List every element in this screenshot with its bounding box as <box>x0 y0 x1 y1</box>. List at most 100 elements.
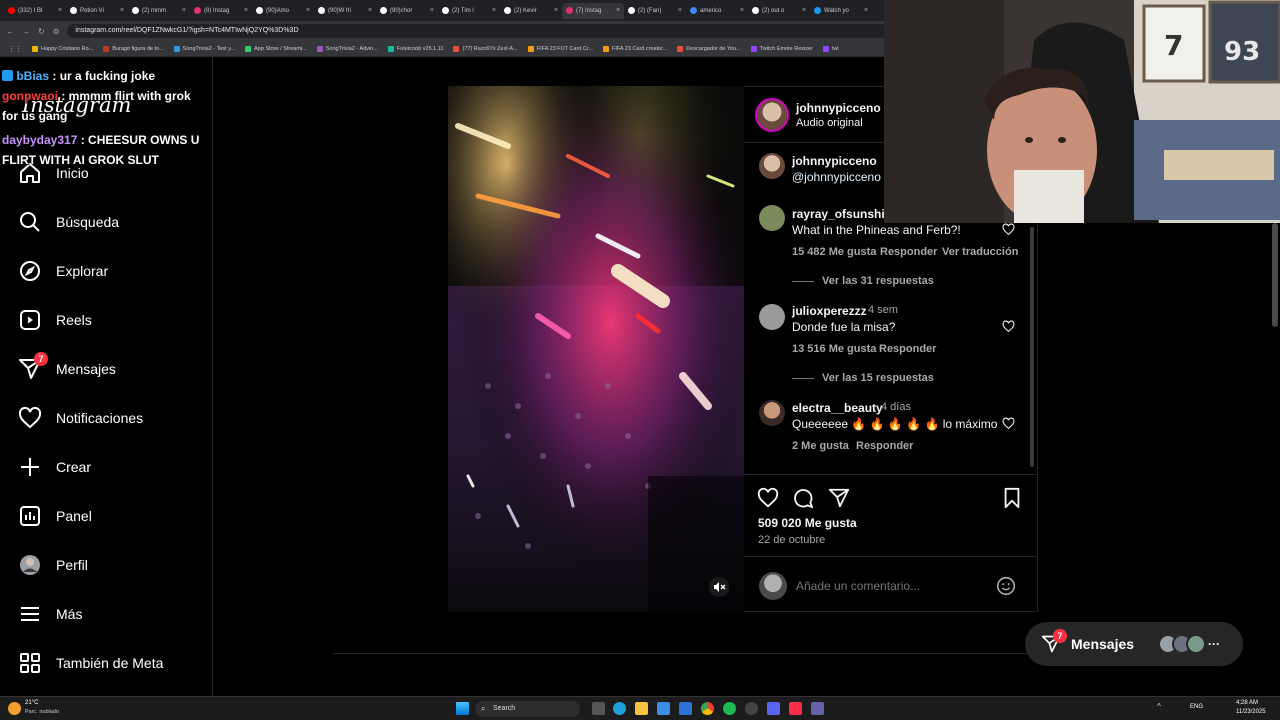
teams-icon[interactable] <box>811 702 824 715</box>
tab-close-icon[interactable]: × <box>864 7 868 14</box>
weather-desc[interactable]: Parc. nublado <box>25 709 59 715</box>
photos-icon[interactable] <box>657 702 670 715</box>
sidebar-item-menu[interactable]: Más <box>18 597 203 631</box>
forward-icon[interactable]: → <box>22 27 30 36</box>
browser-tab[interactable]: (8) Instag × <box>190 3 252 19</box>
sidebar-item-avatar[interactable]: Perfil <box>18 548 203 582</box>
like-comment-icon[interactable] <box>1002 417 1015 430</box>
browser-tab[interactable]: americo × <box>686 3 748 19</box>
sidebar-item-plus[interactable]: Crear <box>18 450 203 484</box>
browser-tab[interactable]: (332) I Bl × <box>4 3 66 19</box>
comment-username[interactable]: electra__beauty <box>792 401 883 415</box>
bookmark-item[interactable]: FIFA 23 FUT Card Cr... <box>527 45 593 52</box>
caption-username[interactable]: johnnypicceno <box>792 154 877 168</box>
reply-button[interactable]: Responder <box>856 440 913 452</box>
share-icon[interactable] <box>828 487 850 509</box>
browser-tab[interactable]: (90)Amo × <box>252 3 314 19</box>
bookmark-item[interactable]: Twitch Emote Resizer <box>750 45 813 52</box>
bookmark-item[interactable]: Happy Cristiano Ro... <box>32 45 93 52</box>
comment-icon[interactable] <box>792 487 814 509</box>
comment-username[interactable]: rayray_ofsunshine <box>792 207 899 221</box>
clock-date[interactable]: 11/23/2025 <box>1236 709 1266 715</box>
comment-likes[interactable]: 2 Me gusta <box>792 440 849 452</box>
sidebar-item-search[interactable]: Búsqueda <box>18 205 203 239</box>
comment-username[interactable]: julioxperezzz <box>792 304 867 318</box>
start-icon[interactable] <box>456 702 469 715</box>
tab-close-icon[interactable]: × <box>492 7 496 14</box>
sidebar-item-meta[interactable]: También de Meta <box>18 646 203 680</box>
browser-tab[interactable]: (2) Kevir × <box>500 3 562 19</box>
browser-tab[interactable]: (2) (Fan) × <box>624 3 686 19</box>
reply-button[interactable]: Responder <box>880 246 937 258</box>
tab-close-icon[interactable]: × <box>58 7 62 14</box>
browser-tab[interactable]: Potion Vi × <box>66 3 128 19</box>
like-comment-icon[interactable] <box>1002 320 1015 333</box>
author-avatar[interactable] <box>755 98 789 132</box>
tab-close-icon[interactable]: × <box>740 7 744 14</box>
comments-scrollbar[interactable] <box>1030 227 1034 467</box>
bookmark-item[interactable]: Burago figura de to... <box>103 45 164 52</box>
tab-close-icon[interactable]: × <box>306 7 310 14</box>
apps-icon[interactable]: ⋮⋮ <box>8 45 22 53</box>
emoji-icon[interactable] <box>995 575 1017 597</box>
audio-label[interactable]: Audio original <box>796 117 863 129</box>
site-info-icon[interactable]: ⊜ <box>53 27 60 36</box>
view-replies-button[interactable]: Ver las 15 respuestas <box>822 372 934 384</box>
view-replies-button[interactable]: Ver las 31 respuestas <box>822 275 934 287</box>
bookmark-item[interactable]: twi <box>822 45 839 52</box>
own-avatar[interactable] <box>759 572 787 600</box>
comment-likes[interactable]: 13 516 Me gusta <box>792 343 876 355</box>
mute-button[interactable] <box>709 577 729 597</box>
taskbar-search[interactable]: ⌕ Search <box>475 701 580 717</box>
browser-tab[interactable]: (7) Instag × <box>562 2 624 19</box>
bookmark-item[interactable]: Descargador de You... <box>677 45 741 52</box>
translate-button[interactable]: Ver traducción <box>942 246 1018 258</box>
comment-likes[interactable]: 15 482 Me gusta <box>792 246 876 258</box>
tab-close-icon[interactable]: × <box>368 7 372 14</box>
reel-video[interactable] <box>448 86 744 612</box>
bookmark-item[interactable]: FIFA 23 Card creator... <box>602 45 667 52</box>
task-view-icon[interactable] <box>592 702 605 715</box>
edge-icon[interactable] <box>613 702 626 715</box>
url-field[interactable]: instagram.com/reel/DQF1ZNwkcG1/?igsh=NTc… <box>67 24 908 38</box>
tab-close-icon[interactable]: × <box>802 7 806 14</box>
tray-chevron-icon[interactable]: ^ <box>1157 702 1161 711</box>
obs-icon[interactable] <box>745 702 758 715</box>
bookmark-item[interactable]: (77) Razo97s Zest-A... <box>453 45 518 52</box>
back-icon[interactable]: ← <box>6 27 14 36</box>
discord-icon[interactable] <box>767 702 780 715</box>
bookmark-item[interactable]: Futetcoob v25.1.11 <box>387 45 443 52</box>
browser-tab[interactable]: (2) out o × <box>748 3 810 19</box>
reload-icon[interactable]: ↻ <box>38 27 45 36</box>
tab-close-icon[interactable]: × <box>616 7 620 14</box>
browser-tab[interactable]: (90)chor × <box>376 3 438 19</box>
sidebar-item-messenger[interactable]: 7 Mensajes <box>18 352 203 386</box>
sidebar-item-heart[interactable]: Notificaciones <box>18 401 203 435</box>
like-count[interactable]: 509 020 Me gusta <box>758 516 857 530</box>
bookmark-item[interactable]: App Store / Streami... <box>245 45 307 52</box>
music-icon[interactable] <box>789 702 802 715</box>
save-icon[interactable] <box>1001 487 1023 509</box>
comment-avatar[interactable] <box>759 400 785 426</box>
page-scrollbar[interactable] <box>1272 223 1278 327</box>
author-username[interactable]: johnnypicceno <box>796 101 881 115</box>
tab-close-icon[interactable]: × <box>554 7 558 14</box>
tab-close-icon[interactable]: × <box>120 7 124 14</box>
chrome-icon[interactable] <box>701 702 714 715</box>
sidebar-item-reels[interactable]: Reels <box>18 303 203 337</box>
tab-close-icon[interactable]: × <box>678 7 682 14</box>
comment-avatar[interactable] <box>759 304 785 330</box>
caption-mention[interactable]: @johnnypicceno <box>792 170 881 184</box>
spotify-icon[interactable] <box>723 702 736 715</box>
sidebar-item-compass[interactable]: Explorar <box>18 254 203 288</box>
comment-avatar[interactable] <box>759 205 785 231</box>
tab-close-icon[interactable]: × <box>244 7 248 14</box>
comment-input[interactable] <box>796 576 986 596</box>
weather-temp[interactable]: 21°C <box>25 700 38 706</box>
messages-floating-button[interactable]: 7 Mensajes ··· <box>1025 622 1243 666</box>
browser-tab[interactable]: Watch yo × <box>810 3 872 19</box>
language-indicator[interactable]: ENG <box>1190 704 1203 710</box>
clock-time[interactable]: 4:28 AM <box>1236 700 1258 706</box>
bookmark-item[interactable]: SongTrivia2 - Test y... <box>173 45 235 52</box>
tab-close-icon[interactable]: × <box>182 7 186 14</box>
